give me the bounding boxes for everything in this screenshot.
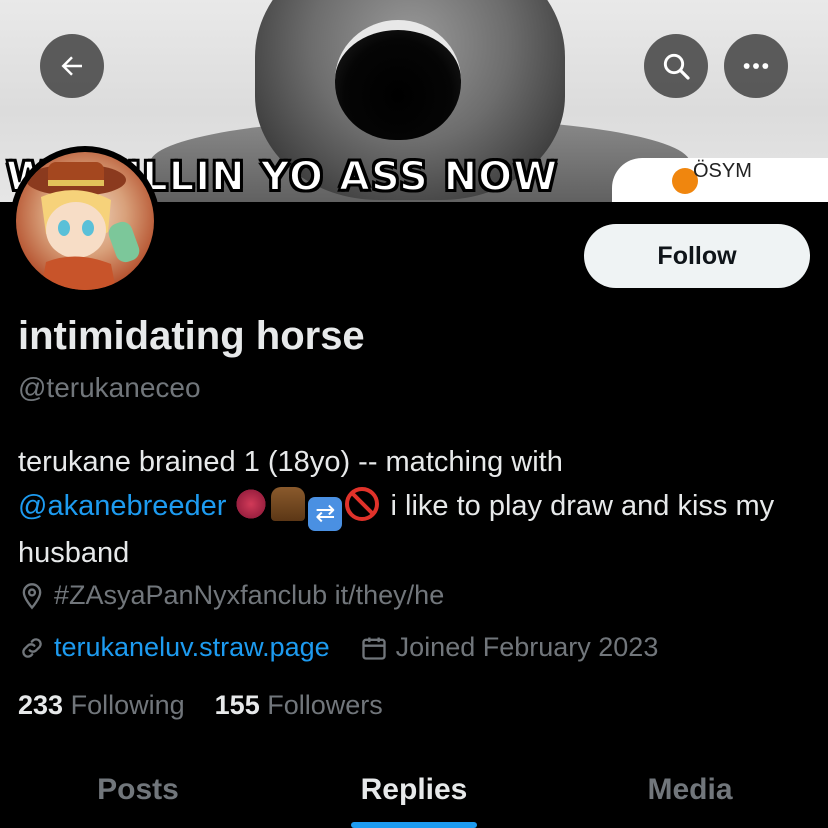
profile-tabs: Posts Replies Media [0,752,828,828]
handle: @terukaneceo [18,372,201,403]
search-button[interactable] [644,34,708,98]
mantelpiece-clock-emoji-icon [271,487,306,521]
following-count: 233 [18,690,64,720]
more-button[interactable] [724,34,788,98]
website-link[interactable]: terukaneluv.straw.page [54,632,330,663]
location-pin-icon [22,582,42,609]
display-name: intimidating horse [18,314,365,358]
tab-posts-label: Posts [97,773,179,806]
bio-mention-link[interactable]: @akanebreeder [18,490,226,522]
location-row: #ZAsyaPanNyxfanclub it/they/he [18,580,444,611]
banner-mouth [335,20,461,140]
tab-replies[interactable]: Replies [276,752,552,828]
calendar-icon [362,637,386,660]
bio-text-1: terukane brained 1 (18yo) -- matching wi… [18,446,563,478]
location-text: #ZAsyaPanNyxfanclub it/they/he [54,580,445,610]
follow-counts: 233 Following 155 Followers [18,690,383,721]
followers-count: 155 [214,690,260,720]
followers-link[interactable]: 155 Followers [215,690,383,720]
back-button[interactable] [40,34,104,98]
follow-button[interactable]: Follow [584,224,810,288]
following-label: Following [70,690,185,720]
bio: terukane brained 1 (18yo) -- matching wi… [18,440,808,575]
avatar-illustration [26,162,140,290]
prayer-beads-emoji-icon [234,487,269,521]
prohibited-emoji-icon [345,487,380,521]
tab-media[interactable]: Media [552,752,828,828]
active-tab-indicator [351,822,477,828]
following-link[interactable]: 233 Following [18,690,185,720]
tab-media-label: Media [647,773,733,806]
more-icon [743,63,769,69]
joined-text: Joined February 2023 [395,632,659,662]
website-joined-row: terukaneluv.straw.page Joined February 2… [18,632,658,663]
avatar[interactable] [10,146,160,296]
avatar-image [16,152,154,290]
back-arrow-icon [61,56,82,76]
followers-label: Followers [267,690,383,720]
banner-badge-label: ÖSYM [693,160,752,182]
repeat-emoji-icon: ⇄ [308,497,343,531]
link-icon [22,637,42,658]
search-icon [663,53,690,80]
tab-posts[interactable]: Posts [0,752,276,828]
tab-replies-label: Replies [360,773,468,806]
